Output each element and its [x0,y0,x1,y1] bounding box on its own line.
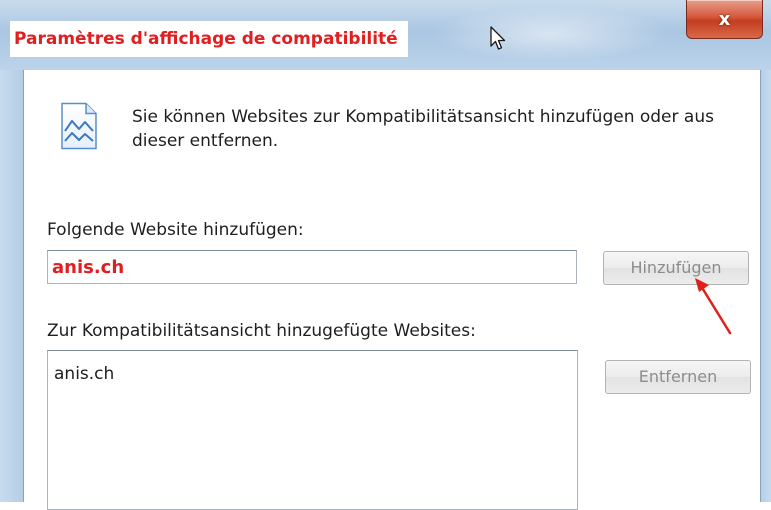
info-message: Sie können Websites zur Kompatibilitätsa… [132,107,714,151]
close-button[interactable]: x [686,0,763,39]
websites-list[interactable]: anis.ch [47,350,578,510]
redaction-patch [477,284,549,340]
mouse-cursor-icon [490,26,506,50]
dialog-body: Sie können Websites zur Kompatibilitätsa… [25,70,760,510]
list-item[interactable]: anis.ch [54,364,577,384]
window-title: Paramètres d'affichage de compatibilité [10,21,408,57]
remove-button[interactable]: Entfernen [605,360,751,394]
website-input[interactable] [47,250,577,284]
add-website-label: Folgende Website hinzufügen: [47,220,304,240]
added-websites-label: Zur Kompatibilitätsansicht hinzugefügte … [47,321,476,341]
annotation-arrow [695,278,732,335]
window-frame-left [0,70,24,502]
compatibility-view-icon [61,102,97,150]
close-icon: x [718,8,731,30]
window-frame-right [760,70,771,502]
